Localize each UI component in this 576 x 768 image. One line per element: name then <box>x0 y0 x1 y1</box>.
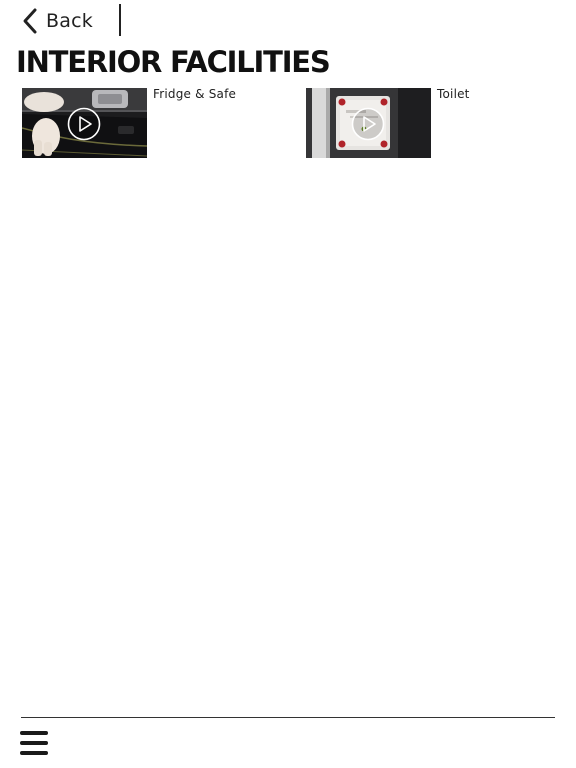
menu-bar-top <box>20 731 48 735</box>
hamburger-menu-icon[interactable] <box>20 731 48 755</box>
menu-bar-bottom <box>20 751 48 755</box>
back-label: Back <box>46 10 93 32</box>
page-title: INTERIOR FACILITIES <box>16 45 331 79</box>
chevron-left-icon <box>23 8 37 34</box>
header-divider <box>119 4 121 36</box>
back-button[interactable]: Back <box>20 6 93 36</box>
interior-facilities-screen: Back INTERIOR FACILITIES Fridge & Safe T… <box>0 0 576 768</box>
video-thumbnail-fridge-safe[interactable] <box>22 88 147 158</box>
footer-divider <box>21 717 555 718</box>
video-title-fridge-safe[interactable]: Fridge & Safe <box>153 87 236 101</box>
play-icon[interactable] <box>351 107 385 141</box>
video-title-toilet[interactable]: Toilet <box>437 87 470 101</box>
video-thumbnail-toilet[interactable] <box>306 88 431 158</box>
menu-bar-middle <box>20 741 48 745</box>
video-card-fridge-safe[interactable]: Fridge & Safe <box>22 87 272 158</box>
video-card-toilet[interactable]: Toilet <box>306 87 556 158</box>
play-icon[interactable] <box>67 107 101 141</box>
